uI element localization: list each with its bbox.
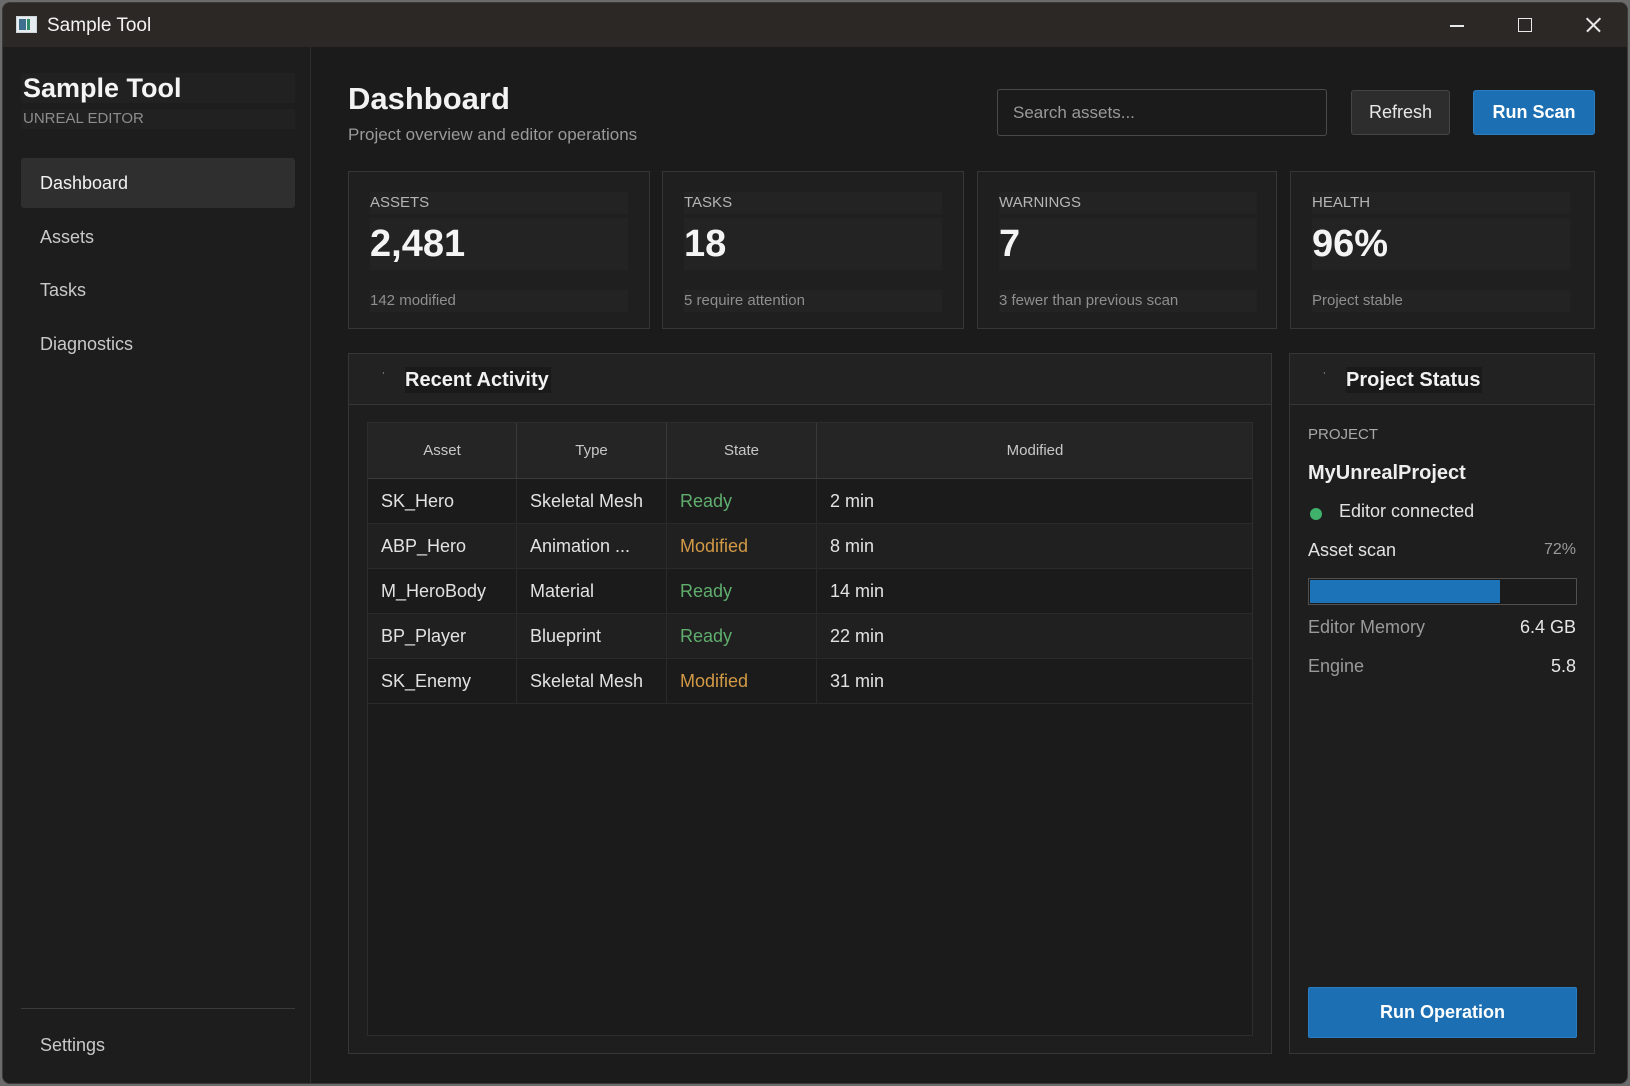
cell-modified: 2 min	[830, 491, 875, 511]
minimize-button[interactable]	[1423, 3, 1491, 47]
stat-label: ASSETS	[370, 192, 628, 214]
maximize-button[interactable]	[1491, 3, 1559, 47]
editor-memory-value: 6.4 GB	[1519, 617, 1576, 637]
table-row[interactable]: SK_Enemy Skeletal Mesh Modified 31 min	[368, 659, 1252, 704]
run-operation-button[interactable]: Run Operation	[1308, 987, 1577, 1038]
stat-card-assets: ASSETS 2,481 142 modified	[348, 171, 650, 329]
cell-modified: 22 min	[830, 626, 885, 646]
panel-header[interactable]: ˙ Project Status	[1290, 354, 1594, 405]
cell-type: Blueprint	[517, 614, 667, 659]
brand-title: Sample Tool	[21, 73, 295, 103]
cell-asset: M_HeroBody	[368, 569, 517, 614]
cell-asset: ABP_Hero	[368, 524, 517, 569]
cell-state: Ready	[667, 614, 817, 659]
run-scan-button[interactable]: Run Scan	[1473, 90, 1595, 135]
page-subtitle: Project overview and editor operations	[348, 125, 638, 144]
panel-header[interactable]: ˙ Recent Activity	[349, 354, 1271, 405]
stat-value: 2,481	[370, 218, 628, 270]
table-row[interactable]: BP_Player Blueprint Ready 22 min	[368, 614, 1252, 659]
cell-asset: SK_Hero	[368, 479, 517, 524]
cell-state: Ready	[667, 479, 817, 524]
stat-note: Project stable	[1312, 290, 1570, 312]
stat-label: HEALTH	[1312, 192, 1570, 214]
table-row[interactable]: M_HeroBody Material Ready 14 min	[368, 569, 1252, 614]
stat-card-health: HEALTH 96% Project stable	[1290, 171, 1595, 329]
column-header-state[interactable]: State	[667, 423, 817, 479]
minimize-icon	[1450, 25, 1464, 27]
stat-value: 18	[684, 218, 942, 270]
cell-asset: BP_Player	[368, 614, 517, 659]
chevron-icon[interactable]: ˙	[382, 370, 386, 384]
cell-asset: SK_Enemy	[368, 659, 517, 704]
cell-state: Ready	[667, 569, 817, 614]
table-row[interactable]: SK_Hero Skeletal Mesh Ready 2 min	[368, 479, 1252, 524]
sidebar-item-diagnostics[interactable]: Diagnostics	[21, 319, 295, 369]
app-window: Sample Tool Sample Tool UNREAL EDITOR Da…	[2, 2, 1628, 1084]
asset-scan-percent: 72%	[1543, 541, 1576, 558]
stat-value: 7	[999, 218, 1257, 270]
editor-memory-label: Editor Memory	[1308, 617, 1426, 637]
brand-subtitle: UNREAL EDITOR	[21, 109, 295, 129]
stat-label: WARNINGS	[999, 192, 1257, 214]
panel-title: Recent Activity	[405, 367, 551, 393]
sidebar-item-assets[interactable]: Assets	[21, 212, 295, 262]
column-header-type[interactable]: Type	[517, 423, 667, 479]
cell-state: Modified	[667, 659, 817, 704]
chevron-icon[interactable]: ˙	[1323, 370, 1327, 384]
page-title: Dashboard	[348, 81, 510, 116]
connection-status: Editor connected	[1339, 501, 1475, 521]
cell-type: Skeletal Mesh	[517, 659, 667, 704]
sidebar-item-tasks[interactable]: Tasks	[21, 265, 295, 315]
cell-modified: 31 min	[830, 671, 885, 691]
stat-note: 3 fewer than previous scan	[999, 290, 1257, 312]
cell-type: Animation ...	[517, 524, 667, 569]
stat-card-warnings: WARNINGS 7 3 fewer than previous scan	[977, 171, 1277, 329]
asset-scan-progress	[1308, 578, 1577, 605]
recent-activity-panel: ˙ Recent Activity Asset Type State Modif…	[348, 353, 1272, 1054]
stat-note: 5 require attention	[684, 290, 942, 312]
column-header-asset[interactable]: Asset	[368, 423, 517, 479]
project-status-panel: ˙ Project Status PROJECT MyUnrealProject…	[1289, 353, 1595, 1054]
refresh-button[interactable]: Refresh	[1351, 90, 1450, 135]
sidebar: Sample Tool UNREAL EDITOR Dashboard Asse…	[3, 47, 311, 1083]
engine-value: 5.8	[1550, 656, 1576, 676]
engine-label: Engine	[1308, 656, 1365, 676]
maximize-icon	[1518, 18, 1532, 32]
cell-type: Skeletal Mesh	[517, 479, 667, 524]
status-dot-icon	[1310, 508, 1322, 520]
table-row[interactable]: ABP_Hero Animation ... Modified 8 min	[368, 524, 1252, 569]
progress-fill	[1310, 580, 1501, 603]
project-name: MyUnrealProject	[1308, 462, 1466, 484]
sidebar-divider	[21, 1008, 295, 1009]
panel-title: Project Status	[1346, 367, 1483, 393]
cell-type: Material	[517, 569, 667, 614]
cell-modified: 14 min	[830, 581, 885, 601]
close-button[interactable]	[1559, 3, 1627, 47]
activity-table: Asset Type State Modified SK_Hero Skelet…	[367, 422, 1253, 1036]
stat-label: TASKS	[684, 192, 942, 214]
stat-value: 96%	[1312, 218, 1570, 270]
cell-state: Modified	[667, 524, 817, 569]
project-label: PROJECT	[1308, 426, 1379, 443]
stat-note: 142 modified	[370, 290, 628, 312]
search-input[interactable]	[997, 89, 1327, 136]
cell-modified: 8 min	[830, 536, 875, 556]
sidebar-item-dashboard[interactable]: Dashboard	[21, 158, 295, 208]
column-header-modified[interactable]: Modified	[817, 423, 1253, 479]
title-bar: Sample Tool	[3, 3, 1627, 47]
asset-scan-label: Asset scan	[1308, 540, 1397, 560]
window-title: Sample Tool	[47, 15, 152, 36]
app-icon	[16, 16, 37, 33]
table-header: Asset Type State Modified	[368, 423, 1252, 479]
sidebar-item-settings[interactable]: Settings	[21, 1020, 295, 1070]
stat-card-tasks: TASKS 18 5 require attention	[662, 171, 964, 329]
